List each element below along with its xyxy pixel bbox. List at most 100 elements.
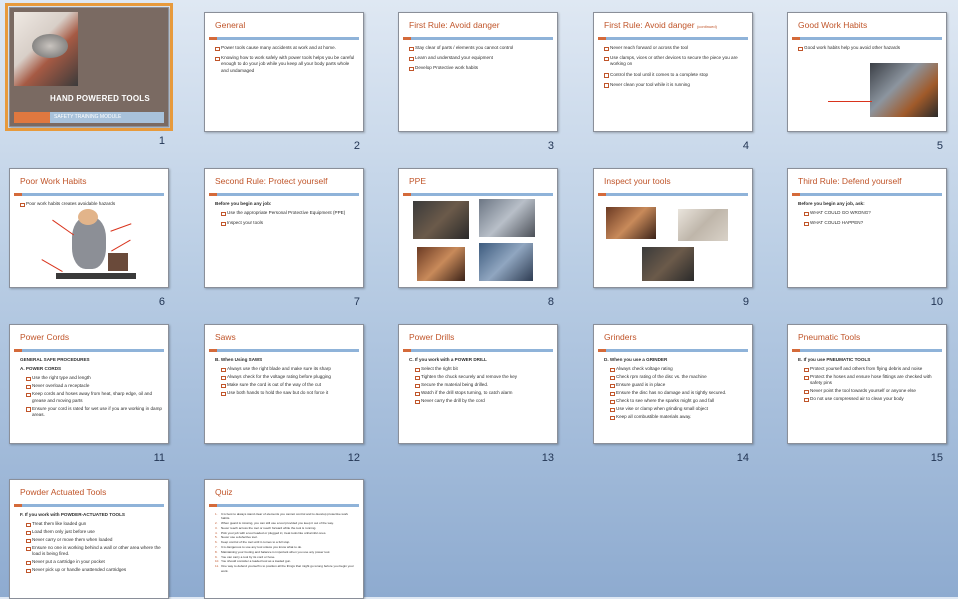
slide-title: General: [215, 20, 246, 30]
bullet: Never pick up or handle unattended cartr…: [26, 567, 162, 574]
slide-title: Poor Work Habits: [20, 176, 87, 186]
bullet: Always use the right blade and make sure…: [221, 366, 357, 373]
slide-number: 4: [742, 140, 749, 152]
slide-4-canvas: First Rule: Avoid danger (continued) Nev…: [593, 12, 753, 132]
inspect-photo-tool: [642, 247, 694, 281]
title-divider: [14, 504, 164, 507]
slide-lead: B. When Using SAWS: [215, 357, 263, 362]
bullet: Select the right bit: [415, 366, 551, 373]
ppe-photo-welder: [413, 201, 469, 239]
slide-title: First Rule: Avoid danger: [409, 20, 500, 30]
bullet: Load them only just before use: [26, 529, 162, 536]
slide-15-canvas: Pneumatic Tools E. If you use PNEUMATIC …: [787, 324, 947, 444]
slide-number: 8: [547, 296, 554, 308]
slide-title: Saws: [215, 332, 236, 342]
bullet: Do not use compressed air to clean your …: [804, 396, 940, 403]
slide-title: Powder Actuated Tools: [20, 487, 107, 497]
hazard-arrow: [110, 223, 132, 233]
slide-number: 2: [353, 140, 360, 152]
title-divider: [209, 349, 359, 352]
workbench: [56, 273, 136, 279]
bullet: Treat them like loaded gun: [26, 521, 162, 528]
slide-14-canvas: Grinders D. When you use a GRINDER Alway…: [593, 324, 753, 444]
slide-sub-lead: A. POWER CORDS: [20, 366, 62, 372]
slide-number: 13: [541, 452, 554, 464]
slide-number: 15: [930, 452, 943, 464]
quiz-item: Keep control of the tool until it comes …: [215, 540, 357, 544]
divider-accent: [209, 37, 217, 40]
slide-9-canvas: Inspect your tools: [593, 168, 753, 288]
quiz-item: It is dangerous to use any tool unless y…: [215, 545, 357, 549]
slide-title-suffix: (continued): [696, 24, 717, 29]
divider-accent: [209, 193, 217, 196]
bullet: Good work habits help you avoid other ha…: [798, 45, 940, 52]
hazard-arrow: [41, 259, 63, 273]
divider-accent: [14, 504, 22, 507]
slide-title-text: First Rule: Avoid danger: [604, 20, 695, 30]
slide-body: C. If you work with a POWER DRILL Select…: [409, 357, 551, 406]
slide-body: E. If you use PNEUMATIC TOOLS Protect yo…: [798, 357, 940, 404]
bullet: Ensure guard is in place: [610, 382, 746, 389]
hazard-arrow: [111, 239, 131, 252]
slide-body: Stay clear of parts / elements you canno…: [409, 45, 551, 76]
slide-number: 10: [930, 296, 943, 308]
title-divider: [14, 193, 164, 196]
worker-head: [78, 209, 98, 225]
slide-title: PPE: [409, 176, 427, 186]
inspect-photo-cord: [606, 207, 656, 239]
title-divider: [792, 349, 942, 352]
divider-accent: [598, 37, 606, 40]
slide-lead: C. If you work with a POWER DRILL: [409, 357, 487, 362]
bullet: Always check voltage rating: [610, 366, 746, 373]
bullet: Tighten the chuck securely and remove th…: [415, 374, 551, 381]
quiz-item: Maintaining your footing and balance is …: [215, 550, 357, 554]
pointer-arrow: [828, 101, 872, 103]
slide-body: F. If you work with POWDER-ACTUATED TOOL…: [20, 512, 162, 575]
bullet: Learn and understand your equipment: [409, 55, 551, 62]
quiz-item: You should consider a loaded tool as a l…: [215, 559, 357, 563]
slide-16-canvas: Powder Actuated Tools F. If you work wit…: [9, 479, 169, 599]
slide-number: 1: [158, 135, 165, 147]
slide-1-canvas: HAND POWERED TOOLS SAFETY TRAINING MODUL…: [5, 3, 173, 131]
presentation-title: HAND POWERED TOOLS: [50, 94, 150, 103]
title-divider: [792, 193, 942, 196]
slide-number: 7: [353, 296, 360, 308]
bullet: Protect the hoses and ensure hose fittin…: [804, 374, 940, 386]
bullet: Never carry the drill by the cord: [415, 398, 551, 405]
bullet: Check rpm rating of the disc vs. the mac…: [610, 374, 746, 381]
divider-accent: [403, 349, 411, 352]
bullet: Ensure the disc has no damage and is tig…: [610, 390, 746, 397]
bullet: Watch if the drill stops turning, to cat…: [415, 390, 551, 397]
slide-2-canvas: General Power tools cause many accidents…: [204, 12, 364, 132]
divider-accent: [14, 349, 22, 352]
title-divider: [209, 37, 359, 40]
quiz-item: Pick your job with a tool loaded or plug…: [215, 531, 357, 535]
quiz-item: One way to defend yourself is to positio…: [215, 564, 357, 573]
bullet: Check to see where the sparks might go a…: [610, 398, 746, 405]
title-accent-strip: [14, 112, 50, 123]
slide-lead: E. If you use PNEUMATIC TOOLS: [798, 357, 871, 362]
quiz-item: It is best to always stand clear of elem…: [215, 512, 357, 521]
bullet: Use the appropriate Personal Protective …: [221, 210, 357, 217]
slide-title: Grinders: [604, 332, 637, 342]
title-divider: [403, 193, 553, 196]
good-habits-photo: [870, 63, 938, 117]
divider-accent: [403, 193, 411, 196]
title-divider: [209, 193, 359, 196]
slide-body: GENERAL SAFE PROCEDURES A. POWER CORDS U…: [20, 357, 162, 420]
divider-accent: [598, 349, 606, 352]
slide-5-canvas: Good Work Habits Good work habits help y…: [787, 12, 947, 132]
divider-accent: [792, 193, 800, 196]
divider-accent: [792, 37, 800, 40]
grinder-photo: [14, 12, 78, 86]
title-divider: [598, 193, 748, 196]
slide-number: 6: [158, 296, 165, 308]
quiz-item: Never use a defective tool.: [215, 535, 357, 539]
ppe-photo-gloves: [417, 247, 465, 281]
slide-title: First Rule: Avoid danger (continued): [604, 20, 746, 34]
slide-10-canvas: Third Rule: Defend yourself Before you b…: [787, 168, 947, 288]
slide-12-canvas: Saws B. When Using SAWS Always use the r…: [204, 324, 364, 444]
slide-body: Before you begin any job, ask: WHAT COUL…: [798, 201, 940, 231]
bullet: Develop Protective work habits: [409, 65, 551, 72]
quiz-item: Never reach across the tool or reach for…: [215, 526, 357, 530]
